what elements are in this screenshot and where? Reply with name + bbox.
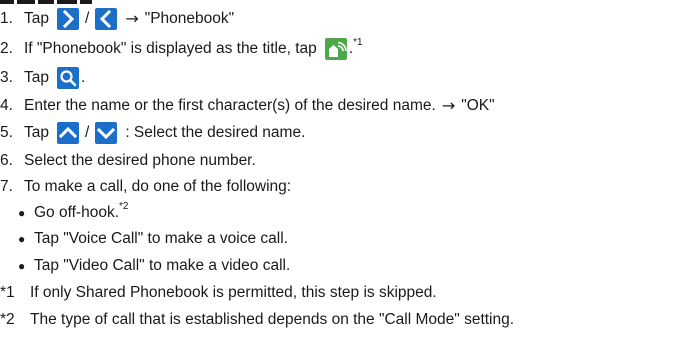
bullet-item-1: ● Go off-hook. *2 [18,201,128,225]
step-text: To make a call, do one of the following: [24,178,292,195]
step-number: 6. [0,152,13,169]
step-4: 4. Enter the name or the first character… [0,94,495,118]
bullet-icon: ● [18,206,26,220]
footnote-ref: *2 [119,201,129,212]
footnote-2: *2 The type of call that is established … [0,308,514,332]
step-5: 5. Tap / : Select the desired name. [0,121,305,145]
step-text: If "Phonebook" is displayed as the title… [24,40,317,57]
slash: / [85,124,90,141]
step-number: 7. [0,178,13,195]
step-7: 7. To make a call, do one of the followi… [0,175,291,199]
step-3: 3. Tap . [0,66,85,90]
chevron-left-icon[interactable] [95,8,118,30]
bullet-icon: ● [18,259,26,273]
footnote-text: The type of call that is established dep… [30,311,515,328]
step-text: . [81,69,86,86]
bullet-item-2: ● Tap "Voice Call" to make a voice call. [18,227,288,251]
search-icon[interactable] [57,67,79,89]
step-text: "Phonebook" [144,10,235,27]
bullet-text: Go off-hook. [34,204,120,221]
slash: / [85,10,90,27]
step-text: Enter the name or the first character(s)… [24,97,436,114]
footnote-text: If only Shared Phonebook is permitted, t… [30,284,437,301]
step-text: Tap [24,69,49,86]
step-text: Select the desired phone number. [24,152,256,169]
step-number: 3. [0,69,13,86]
footnote-mark: *2 [0,311,15,328]
cropped-heading-fragment [0,0,92,4]
step-text: Tap [24,10,49,27]
step-text: "OK" [461,97,495,114]
chevron-down-icon[interactable] [95,122,118,144]
bullet-item-3: ● Tap "Video Call" to make a video call. [18,254,290,278]
step-number: 4. [0,97,13,114]
footnote-mark: *1 [0,284,15,301]
chevron-up-icon[interactable] [57,122,79,144]
step-text: : Select the desired name. [125,124,306,141]
step-text: Tap [24,124,49,141]
bullet-text: Tap "Video Call" to make a video call. [34,257,291,274]
shared-phonebook-icon[interactable] [324,38,347,60]
arrow: → [441,96,456,115]
step-2: 2. If "Phonebook" is displayed as the ti… [0,37,363,61]
chevron-right-icon[interactable] [57,8,79,30]
bullet-icon: ● [18,232,26,246]
footnote-ref: *1 [353,37,363,48]
step-6: 6. Select the desired phone number. [0,149,256,173]
step-number: 2. [0,40,13,57]
arrow: → [125,9,139,28]
bullet-text: Tap "Voice Call" to make a voice call. [34,230,288,247]
step-number: 1. [0,10,13,27]
step-number: 5. [0,124,13,141]
footnote-1: *1 If only Shared Phonebook is permitted… [0,281,437,305]
step-1: 1. Tap / → "Phonebook" [0,7,234,31]
